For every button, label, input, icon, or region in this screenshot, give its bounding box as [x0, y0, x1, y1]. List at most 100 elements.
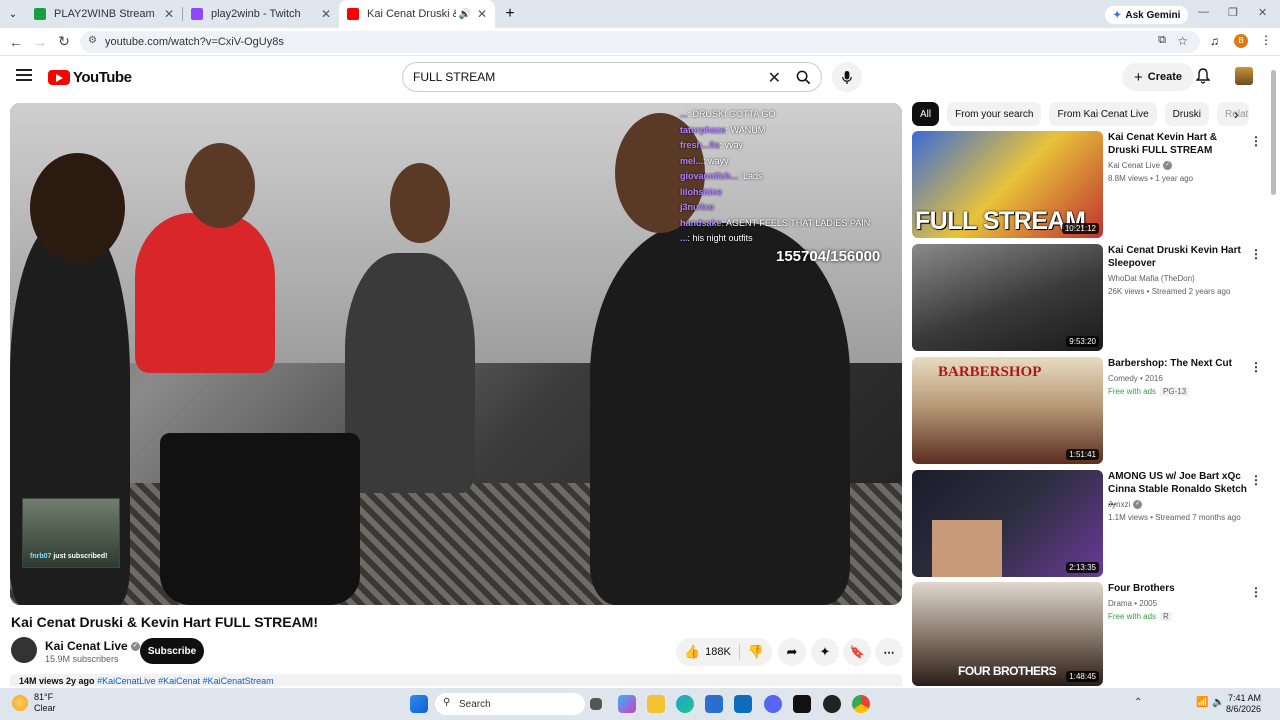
copilot-icon[interactable]: [618, 695, 636, 713]
tray-overflow-icon[interactable]: ⌃: [1134, 697, 1142, 708]
chip-druski[interactable]: Druski: [1164, 102, 1209, 126]
chip-from-your-search[interactable]: From your search: [947, 102, 1042, 126]
more-actions-button[interactable]: ⋯: [875, 638, 903, 666]
subscriber-count: 15.9M subscribers: [45, 654, 119, 664]
weather-widget[interactable]: 81°F Clear: [12, 692, 56, 714]
like-button[interactable]: 👍 188K: [684, 644, 740, 660]
share-button[interactable]: ➦: [778, 638, 806, 666]
video-player[interactable]: ...: DRUSKI GOTTA GO tatorphaze: WANUM f…: [10, 103, 902, 605]
file-explorer-icon[interactable]: [647, 695, 665, 713]
more-options-icon[interactable]: ⋮: [1250, 134, 1262, 148]
system-clock[interactable]: 7:41 AM 8/6/2026: [1226, 693, 1261, 715]
page-scrollbar[interactable]: [1271, 70, 1276, 195]
store-icon[interactable]: [705, 695, 723, 713]
browser-tab-3-active[interactable]: Kai Cenat Druski & Kevin H... 🔊 ✕: [339, 0, 495, 28]
chat-user: lilohshine: [680, 186, 723, 197]
more-options-icon[interactable]: ⋮: [1250, 585, 1262, 599]
recommendation-item[interactable]: 2:13:35 AMONG US w/ Joe Bart xQc Cinna S…: [912, 470, 1272, 578]
verified-check-icon: ✓: [130, 642, 140, 652]
chrome-icon[interactable]: [852, 695, 870, 713]
close-tab-icon[interactable]: ✕: [477, 7, 487, 21]
recommendation-title: Four Brothers: [1108, 583, 1175, 594]
ask-ai-button[interactable]: ✦: [811, 638, 839, 666]
edge-icon[interactable]: [676, 695, 694, 713]
close-tab-icon[interactable]: ✕: [321, 7, 331, 21]
clear-search-icon[interactable]: ✕: [768, 68, 781, 88]
search-input[interactable]: FULL STREAM ✕: [402, 62, 822, 92]
discord-icon[interactable]: [764, 695, 782, 713]
close-window-icon[interactable]: ✕: [1258, 6, 1267, 19]
ask-gemini-label: Ask Gemini: [1125, 9, 1181, 21]
clock-time: 7:41 AM: [1228, 693, 1262, 703]
chips-next-chevron-icon[interactable]: ›: [1234, 106, 1239, 122]
channel-name-link[interactable]: Kai Cenat Live ✓: [45, 639, 140, 653]
hashtags[interactable]: #KaiCenatLive #KaiCenat #KaiCenatStream: [97, 676, 274, 686]
channel-avatar[interactable]: [11, 637, 37, 663]
search-query: FULL STREAM: [413, 70, 496, 84]
recommendation-item[interactable]: BARBERSHOP 1:51:41 Barbershop: The Next …: [912, 357, 1272, 465]
voice-search-button[interactable]: [832, 62, 862, 92]
profile-avatar[interactable]: B: [1234, 34, 1248, 48]
close-tab-icon[interactable]: ✕: [164, 7, 174, 21]
save-button[interactable]: 🔖: [843, 638, 871, 666]
movie-thumbnail[interactable]: FOUR BROTHERS 1:48:45: [912, 582, 1103, 686]
recommendation-item[interactable]: FOUR BROTHERS 1:48:45 Four Brothers Dram…: [912, 582, 1272, 686]
browser-tab-2[interactable]: play2winb - Twitch ✕: [183, 0, 339, 28]
chat-user: fresh...0s: [680, 140, 720, 150]
back-icon[interactable]: ←: [4, 34, 28, 50]
new-tab-button[interactable]: +: [495, 5, 525, 23]
tab-search-icon[interactable]: ⌄: [0, 9, 26, 20]
more-options-icon[interactable]: ⋮: [1250, 247, 1262, 261]
install-app-icon[interactable]: ⧉: [1158, 34, 1166, 47]
windows-taskbar: 81°F Clear ⚲ Search ⌃ 📶 🔈 7:41 AM 8/6/202…: [0, 688, 1280, 720]
channel-name: Kai Cenat Live: [45, 639, 128, 653]
browser-menu-icon[interactable]: ⋮: [1260, 33, 1272, 47]
address-bar[interactable]: ⚙ youtube.com/watch?v=CxiV-OgUy8s ⧉ ☆: [80, 31, 1200, 53]
chip-from-channel[interactable]: From Kai Cenat Live: [1049, 102, 1157, 126]
movie-thumbnail[interactable]: BARBERSHOP 1:51:41: [912, 357, 1103, 464]
video-thumbnail[interactable]: 2:13:35: [912, 470, 1103, 577]
guide-menu-icon[interactable]: [16, 69, 32, 81]
subscribe-button[interactable]: Subscribe: [140, 638, 204, 664]
minimize-window-icon[interactable]: —: [1198, 6, 1209, 18]
reload-icon[interactable]: ↻: [52, 33, 76, 50]
notifications-bell-icon[interactable]: [1195, 68, 1211, 89]
forward-icon[interactable]: →: [28, 34, 52, 50]
volume-icon[interactable]: 🔈: [1212, 697, 1224, 708]
obs-icon[interactable]: [823, 695, 841, 713]
audio-playing-icon[interactable]: 🔊: [458, 9, 470, 20]
search-button[interactable]: [785, 63, 821, 91]
recommendation-genre-year: Comedy • 2016: [1108, 374, 1163, 383]
network-icon[interactable]: 📶: [1196, 697, 1208, 708]
browser-tab-1[interactable]: PLAY2WINB Stream - Watch Li... ✕: [26, 0, 182, 28]
ask-gemini-button[interactable]: ✦ Ask Gemini: [1105, 6, 1189, 24]
account-avatar[interactable]: [1235, 67, 1253, 85]
taskbar-search[interactable]: ⚲ Search: [435, 693, 585, 715]
chip-all[interactable]: All: [912, 102, 940, 126]
youtube-wordmark: YouTube: [73, 69, 132, 86]
media-controls-icon[interactable]: ♫: [1210, 34, 1219, 48]
recommendation-item[interactable]: FULL STREAM 10:21:12 Kai Cenat Kevin Har…: [912, 131, 1272, 239]
outlook-icon[interactable]: [734, 695, 752, 713]
search-icon: ⚲: [443, 697, 451, 708]
dislike-button[interactable]: 👎: [740, 644, 764, 660]
restore-window-icon[interactable]: ❐: [1228, 6, 1238, 19]
more-options-icon[interactable]: ⋮: [1250, 473, 1262, 487]
stream-chat-overlay: ...: DRUSKI GOTTA GO tatorphaze: WANUM f…: [680, 109, 871, 243]
bookmark-star-icon[interactable]: ☆: [1177, 34, 1188, 48]
youtube-favicon-icon: [347, 8, 359, 20]
recommendation-item[interactable]: 9:53:20 Kai Cenat Druski Kevin Hart Slee…: [912, 244, 1272, 352]
youtube-logo[interactable]: YouTube: [48, 69, 132, 86]
task-view-icon[interactable]: [590, 698, 602, 710]
create-button[interactable]: + Create: [1122, 63, 1195, 91]
video-thumbnail[interactable]: FULL STREAM 10:21:12: [912, 131, 1103, 238]
video-thumbnail[interactable]: 9:53:20: [912, 244, 1103, 351]
windows-start-icon[interactable]: [410, 695, 428, 713]
more-options-icon[interactable]: ⋮: [1250, 360, 1262, 374]
description-box[interactable]: 14M views 2y ago #KaiCenatLive #KaiCenat…: [10, 674, 902, 686]
browser-toolbar: ← → ↻ ⚙ youtube.com/watch?v=CxiV-OgUy8s …: [0, 28, 1280, 56]
site-info-icon[interactable]: ⚙: [88, 35, 97, 46]
app-icon[interactable]: [793, 695, 811, 713]
chip-related[interactable]: Relat: [1216, 102, 1249, 126]
facecam-inset: [932, 520, 1002, 577]
